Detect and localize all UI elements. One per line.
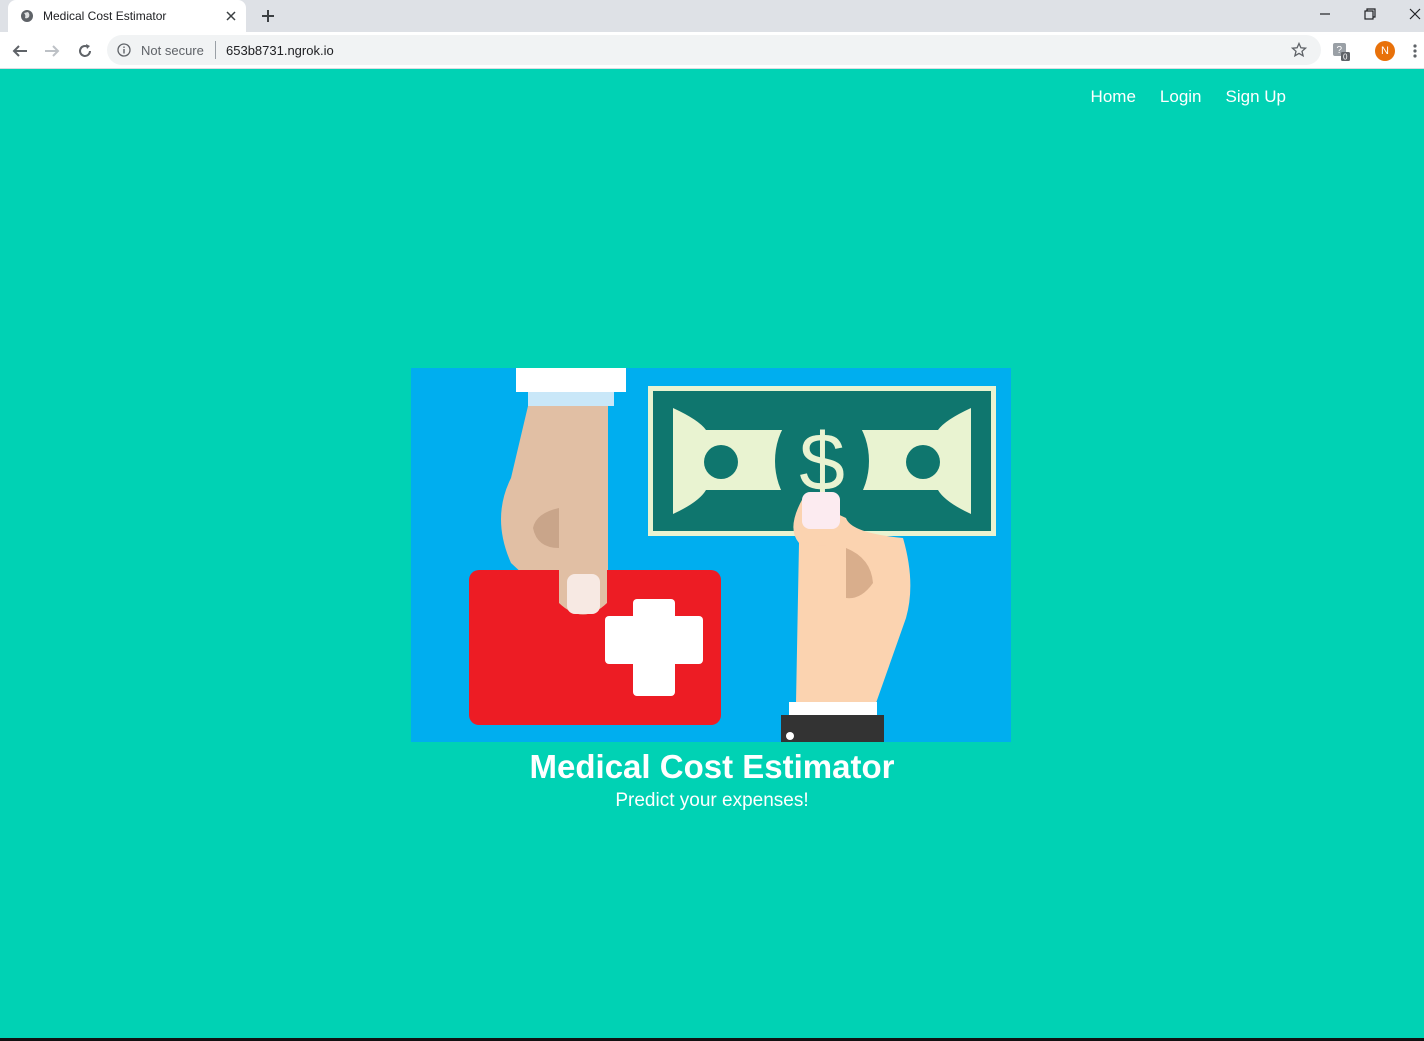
- hero-subtitle: Predict your expenses!: [615, 790, 809, 811]
- close-tab-icon[interactable]: [224, 9, 238, 23]
- reload-icon[interactable]: [76, 42, 94, 60]
- nav-signup-link[interactable]: Sign Up: [1226, 87, 1286, 107]
- restore-icon[interactable]: [1363, 7, 1377, 21]
- url-text[interactable]: 653b8731.ngrok.io: [226, 43, 334, 58]
- browser-toolbar: Not secure 653b8731.ngrok.io: [0, 32, 1424, 69]
- back-icon[interactable]: [11, 42, 29, 60]
- new-tab-icon[interactable]: [260, 8, 276, 24]
- nav-home-link[interactable]: Home: [1091, 87, 1136, 107]
- security-label: Not secure: [141, 43, 204, 58]
- hero-illustration: $: [411, 368, 1011, 742]
- omnibox-divider: [215, 41, 216, 59]
- info-icon[interactable]: [117, 43, 131, 57]
- profile-avatar[interactable]: N: [1375, 41, 1395, 61]
- nav-login-link[interactable]: Login: [1160, 87, 1202, 107]
- tab-title: Medical Cost Estimator: [43, 9, 167, 23]
- browser-menu-icon[interactable]: [1412, 43, 1418, 59]
- minimize-icon[interactable]: [1318, 7, 1332, 21]
- extension-icon[interactable]: ? 0: [1332, 42, 1352, 62]
- browser-tab-bar: Medical Cost Estimator: [0, 0, 1424, 32]
- forward-icon[interactable]: [43, 42, 61, 60]
- hero-title: Medical Cost Estimator: [529, 748, 895, 785]
- bookmark-star-icon[interactable]: [1291, 42, 1307, 58]
- svg-text:0: 0: [1343, 53, 1348, 62]
- address-bar[interactable]: Not secure 653b8731.ngrok.io: [107, 35, 1321, 65]
- site-nav: Home Login Sign Up: [1091, 87, 1286, 107]
- globe-icon: [21, 10, 33, 22]
- browser-tab[interactable]: Medical Cost Estimator: [8, 0, 246, 32]
- close-window-icon[interactable]: [1408, 7, 1422, 21]
